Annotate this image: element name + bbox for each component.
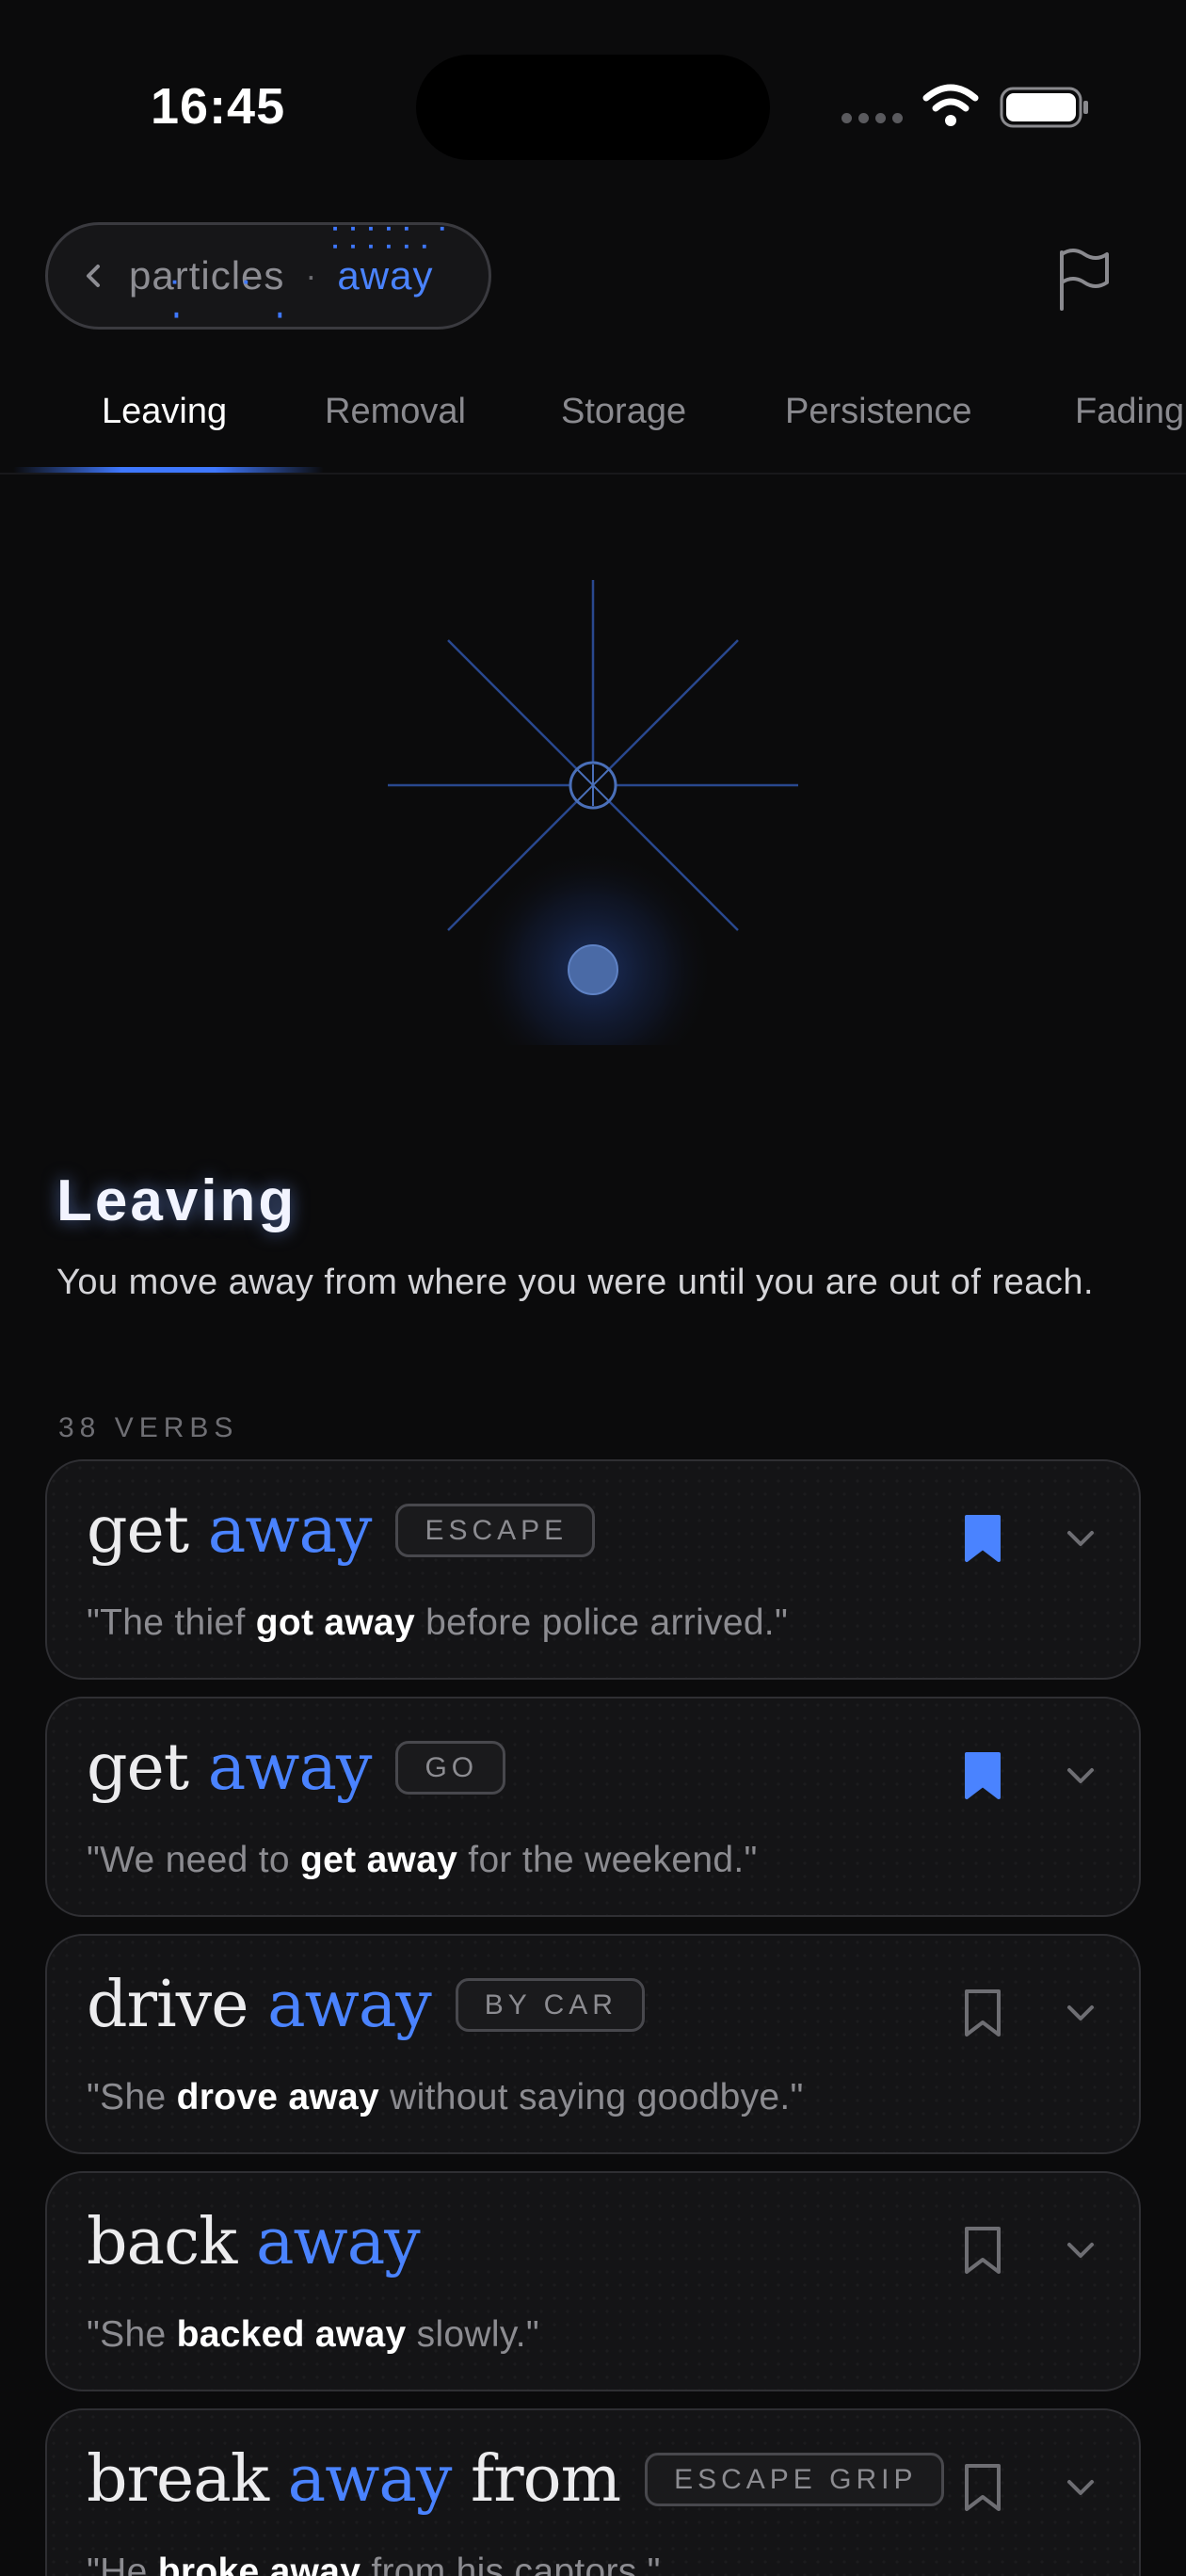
chevron-down-icon[interactable] [1064, 1764, 1098, 1787]
leaving-illustration [388, 580, 798, 1045]
verb-card[interactable]: get away GO "We need to get away for the… [45, 1697, 1141, 1917]
flag-icon[interactable] [1049, 243, 1120, 314]
battery-icon [1000, 87, 1088, 128]
verb-card[interactable]: get away ESCAPE "The thief got away befo… [45, 1459, 1141, 1680]
example-text: without saying goodbye." [379, 2077, 804, 2117]
example-highlight: drove away [176, 2077, 380, 2117]
breadcrumb-separator: · [305, 256, 317, 295]
example-highlight: backed away [176, 2314, 407, 2355]
breadcrumb-parent[interactable]: particles [129, 253, 284, 298]
verb-particle: away [255, 2205, 421, 2279]
bookmark-filled-icon[interactable] [962, 1512, 1003, 1565]
bookmark-icon[interactable] [962, 2461, 1003, 2514]
dynamic-island [416, 55, 770, 160]
verb-word: drive [87, 1968, 248, 2042]
breadcrumb[interactable]: particles · away [45, 222, 491, 330]
section-description: You move away from where you were until … [56, 1263, 1095, 1302]
tab-storage[interactable]: Storage [561, 392, 686, 432]
example-sentence: "We need to get away for the weekend." [87, 1840, 758, 1881]
example-highlight: got away [255, 1602, 416, 1643]
breadcrumb-current: away [337, 253, 434, 298]
example-text: "The thief [87, 1602, 256, 1643]
tab-removal[interactable]: Removal [325, 392, 466, 432]
back-chevron-icon[interactable] [80, 262, 108, 290]
phrasal-verb: get away [87, 1731, 373, 1805]
example-text: "We need to [87, 1840, 301, 1880]
chevron-down-icon[interactable] [1064, 2476, 1098, 2499]
tab-fading[interactable]: Fading [1075, 392, 1184, 432]
tab-bar: Leaving Removal Storage Persistence Fadi… [0, 377, 1186, 471]
verb-card-header: break away from ESCAPE GRIP [87, 2442, 945, 2517]
verb-card-header: drive away BY CAR [87, 1968, 645, 2042]
example-text: "He [87, 2552, 158, 2576]
phrasal-verb: get away [87, 1493, 373, 1568]
example-text: "She [87, 2077, 177, 2117]
bookmark-icon[interactable] [962, 1987, 1003, 2039]
verb-card[interactable]: break away from ESCAPE GRIP "He broke aw… [45, 2408, 1141, 2576]
meaning-tag: GO [395, 1741, 506, 1795]
verb-particle: away [207, 1493, 373, 1568]
chevron-down-icon[interactable] [1064, 2002, 1098, 2024]
verb-card[interactable]: drive away BY CAR "She drove away withou… [45, 1934, 1141, 2154]
example-text: for the weekend." [457, 1840, 758, 1880]
verb-word: get [87, 1731, 189, 1805]
example-highlight: get away [300, 1840, 458, 1880]
chevron-down-icon[interactable] [1064, 2239, 1098, 2262]
example-text: from his captors." [361, 2552, 661, 2576]
verb-word: back [87, 2205, 237, 2279]
wifi-icon [922, 84, 979, 126]
meaning-tag: ESCAPE GRIP [645, 2453, 945, 2506]
verb-card-header: get away GO [87, 1731, 506, 1805]
status-time: 16:45 [151, 78, 286, 135]
example-sentence: "She backed away slowly." [87, 2314, 539, 2356]
example-text: "She [87, 2314, 177, 2355]
meaning-tag: ESCAPE [395, 1504, 596, 1557]
verb-card[interactable]: back away "She backed away slowly." [45, 2171, 1141, 2391]
verb-word: get [87, 1493, 189, 1568]
example-text: before police arrived." [415, 1602, 789, 1643]
verb-particle: away [207, 1731, 373, 1805]
verb-word: break [87, 2442, 269, 2517]
chevron-down-icon[interactable] [1064, 1527, 1098, 1550]
example-text: slowly." [406, 2314, 540, 2355]
bookmark-icon[interactable] [962, 2224, 1003, 2277]
example-sentence: "He broke away from his captors." [87, 2552, 661, 2576]
verb-particle: away [287, 2442, 453, 2517]
phrasal-verb: back away [87, 2205, 421, 2279]
tab-leaving[interactable]: Leaving [102, 392, 227, 432]
meaning-tag: BY CAR [455, 1978, 645, 2032]
phrasal-verb: break away from [87, 2442, 621, 2517]
verb-extra: from [470, 2442, 621, 2517]
example-sentence: "She drove away without saying goodbye." [87, 2077, 804, 2118]
phrasal-verb: drive away [87, 1968, 432, 2042]
verb-card-header: get away ESCAPE [87, 1493, 596, 1568]
tab-divider [0, 473, 1186, 475]
verb-particle: away [267, 1968, 432, 2042]
example-highlight: broke away [157, 2552, 361, 2576]
example-sentence: "The thief got away before police arrive… [87, 1602, 788, 1644]
tab-persistence[interactable]: Persistence [785, 392, 972, 432]
bookmark-filled-icon[interactable] [962, 1749, 1003, 1802]
section-title: Leaving [56, 1168, 297, 1233]
verb-count: 38 VERBS [58, 1412, 239, 1443]
verb-card-header: back away [87, 2205, 421, 2279]
cellular-signal-icon [841, 113, 903, 123]
